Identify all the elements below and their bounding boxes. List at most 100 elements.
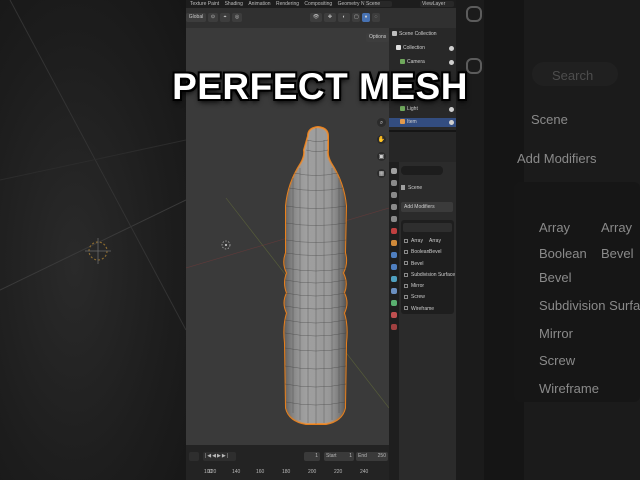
ruler-tick: 200 bbox=[308, 469, 317, 475]
background-hand-icon bbox=[466, 6, 482, 22]
playback-controls[interactable]: |◀◀▶▶| bbox=[203, 452, 236, 461]
modifier-tab-icon[interactable] bbox=[391, 252, 397, 258]
overlay-icon[interactable]: ◐ bbox=[338, 13, 350, 22]
start-label: Start bbox=[326, 453, 337, 459]
outliner-row[interactable]: Collection bbox=[389, 44, 456, 53]
add-modifier-button[interactable]: Add Modifiers bbox=[401, 202, 453, 212]
wireframe-icon bbox=[404, 306, 408, 311]
modifier-item-bevel[interactable]: Bevel bbox=[401, 259, 454, 270]
view-layer-selector[interactable]: ViewLayer bbox=[420, 1, 454, 7]
background-item-bevel-alt: Bevel bbox=[601, 246, 634, 261]
modifier-item-subdivision-surface[interactable]: Subdivision Surface bbox=[401, 270, 456, 281]
physics-tab-icon[interactable] bbox=[391, 276, 397, 282]
hand-icon[interactable]: ✋ bbox=[377, 135, 386, 144]
outliner-row-selected[interactable]: Item bbox=[389, 118, 456, 127]
material-tab-icon[interactable] bbox=[391, 312, 397, 318]
mirror-icon bbox=[404, 283, 408, 288]
workspace-tabs: Texture Paint Shading Animation Renderin… bbox=[186, 0, 456, 8]
ruler-tick: 180 bbox=[282, 469, 291, 475]
background-item-array: Array bbox=[539, 220, 571, 235]
camera-icon bbox=[400, 59, 405, 65]
tab-texture-paint[interactable]: Texture Paint bbox=[190, 0, 219, 8]
modifier-label: Screw bbox=[411, 294, 425, 301]
outliner-row-label: Item bbox=[407, 119, 417, 125]
outliner-header bbox=[389, 8, 456, 28]
outliner-row-label: Scene Collection bbox=[399, 31, 437, 37]
background-add-modifiers-text: Add Modifiers bbox=[517, 151, 597, 166]
modifier-item-wireframe[interactable]: Wireframe bbox=[401, 304, 454, 315]
pivot-icon[interactable]: ⊙ bbox=[208, 13, 218, 22]
zoom-icon[interactable]: ⌕ bbox=[377, 118, 386, 127]
tab-compositing[interactable]: Compositing bbox=[304, 0, 332, 8]
properties-editor: Scene Add Modifiers Array Array Boolean Be… bbox=[389, 162, 456, 480]
collection-icon bbox=[396, 45, 401, 51]
particles-tab-icon[interactable] bbox=[391, 264, 397, 270]
boolean-icon bbox=[404, 249, 408, 254]
orientation-dropdown[interactable]: Global bbox=[186, 13, 206, 22]
background-item-bevel: Bevel bbox=[539, 270, 572, 285]
properties-tabs bbox=[389, 162, 399, 480]
modifier-item-mirror[interactable]: Mirror bbox=[401, 281, 454, 292]
visibility-icon[interactable]: 👁 bbox=[310, 13, 322, 22]
timeline-dropdown[interactable] bbox=[189, 452, 199, 461]
scene-icon bbox=[401, 185, 405, 191]
texture-tab-icon[interactable] bbox=[391, 324, 397, 330]
shading-solid-icon[interactable]: ● bbox=[362, 13, 370, 22]
modifier-item-boolean[interactable]: Boolean Bevel bbox=[401, 247, 454, 258]
end-frame-field[interactable]: End 250 bbox=[356, 452, 388, 461]
data-tab-icon[interactable] bbox=[391, 300, 397, 306]
subdivision-icon bbox=[404, 272, 408, 277]
mesh-icon bbox=[400, 119, 405, 125]
visibility-eye-icon[interactable] bbox=[449, 46, 454, 51]
gizmo-icon[interactable]: ✥ bbox=[324, 13, 336, 22]
shading-material-icon[interactable]: ◌ bbox=[372, 13, 380, 22]
visibility-eye-icon[interactable] bbox=[449, 120, 454, 125]
modifier-alt-label[interactable]: Bevel bbox=[429, 247, 442, 258]
modifier-item-screw[interactable]: Screw bbox=[401, 292, 454, 303]
bottle-mesh[interactable] bbox=[283, 125, 348, 425]
start-frame-field[interactable]: Start 1 bbox=[324, 452, 354, 461]
modifier-label: Boolean bbox=[411, 249, 430, 256]
modifier-category-toolbar[interactable] bbox=[403, 223, 452, 232]
tab-rendering[interactable]: Rendering bbox=[276, 0, 299, 8]
ruler-tick: 160 bbox=[256, 469, 265, 475]
modifier-label: Wireframe bbox=[411, 305, 435, 312]
proportional-icon[interactable]: ◎ bbox=[232, 13, 242, 22]
tab-animation[interactable]: Animation bbox=[248, 0, 270, 8]
background-item-subsurf: Subdivision Surface bbox=[539, 298, 640, 313]
ruler-tick: 240 bbox=[360, 469, 369, 475]
constraints-tab-icon[interactable] bbox=[391, 288, 397, 294]
properties-scene-label: Scene bbox=[401, 184, 453, 193]
current-frame-field[interactable]: 1 bbox=[304, 452, 320, 461]
object-tab-icon[interactable] bbox=[391, 240, 397, 246]
bottle-shading bbox=[284, 127, 347, 424]
visibility-eye-icon[interactable] bbox=[449, 60, 454, 65]
background-item-screw: Screw bbox=[539, 353, 576, 368]
scene-selector[interactable]: Scene bbox=[364, 1, 392, 7]
grid-icon[interactable]: ▦ bbox=[377, 169, 386, 178]
render-tab-icon[interactable] bbox=[391, 180, 397, 186]
xray-icon[interactable]: ▢ bbox=[352, 13, 360, 22]
outliner-row[interactable]: Scene Collection bbox=[389, 30, 456, 39]
background-item-mirror: Mirror bbox=[539, 326, 573, 341]
background-scene-text: Scene bbox=[531, 112, 568, 127]
screw-icon bbox=[404, 295, 408, 300]
properties-search[interactable] bbox=[401, 166, 443, 175]
video-caption-title: PERFECT MESH bbox=[172, 66, 468, 107]
snap-icon[interactable]: ⌖ bbox=[220, 13, 230, 22]
camera-view-icon[interactable]: ▣ bbox=[377, 152, 386, 161]
background-item-boolean: Boolean bbox=[539, 246, 587, 261]
modifier-item-array[interactable]: Array Array bbox=[401, 236, 454, 247]
background-item-wireframe: Wireframe bbox=[539, 381, 599, 396]
world-tab-icon[interactable] bbox=[391, 228, 397, 234]
scene-tab-icon[interactable] bbox=[391, 216, 397, 222]
output-tab-icon[interactable] bbox=[391, 192, 397, 198]
modifier-label: Subdivision Surface bbox=[411, 271, 456, 278]
ruler-tick: 120 bbox=[208, 469, 217, 475]
timeline: |◀◀▶▶| 1 Start 1 End 250 100 120 140 160… bbox=[186, 445, 389, 480]
modifier-alt-label[interactable]: Array bbox=[429, 236, 441, 247]
view-layer-tab-icon[interactable] bbox=[391, 204, 397, 210]
tool-tab-icon[interactable] bbox=[391, 168, 397, 174]
frame-ruler[interactable]: 100 120 140 160 180 200 220 240 bbox=[186, 467, 389, 480]
tab-shading[interactable]: Shading bbox=[225, 0, 243, 8]
